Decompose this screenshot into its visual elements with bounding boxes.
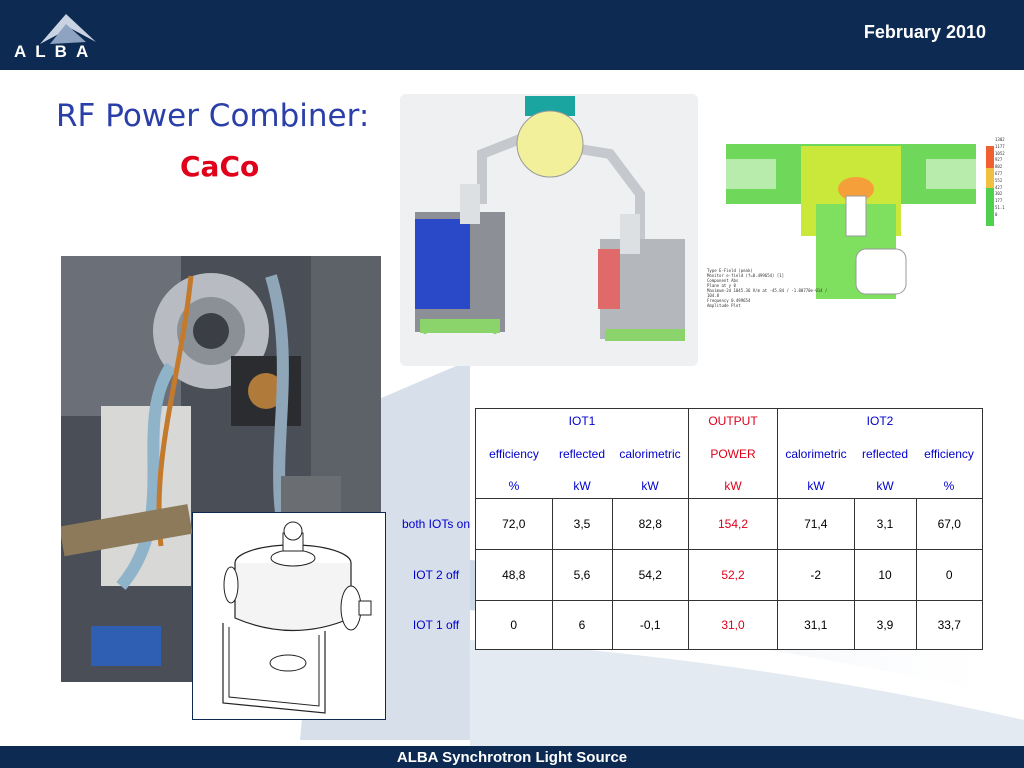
scale-value: 177 (995, 198, 1003, 204)
table-cell: 0 (915, 549, 983, 601)
header-bar: ALBA February 2010 (0, 0, 1024, 70)
row-label: IOT 1 off (412, 618, 460, 632)
table-cell: 33,7 (915, 600, 983, 650)
table-cell: 3,9 (853, 600, 917, 650)
scale-value: 802 (995, 164, 1003, 170)
scale-value: 0 (995, 211, 998, 217)
table-cell: 52,2 (688, 549, 778, 601)
unit-header: kW (552, 474, 612, 499)
table-cell: 0 (475, 600, 553, 650)
scale-value: 1052 (995, 150, 1005, 156)
table-row: IOT 1 off 0 6 -0,1 31,0 31,1 3,9 33,7 (397, 600, 983, 650)
table-cell: 3,1 (853, 498, 917, 550)
scale-value: 51.1 (995, 204, 1005, 210)
column-header: reflected (552, 432, 612, 475)
cad-rendering (400, 94, 698, 366)
measurement-table: IOT1 OUTPUT IOT2 efficiency reflected ca… (397, 408, 983, 650)
unit-header: % (916, 474, 983, 499)
row-label: IOT 2 off (412, 568, 460, 582)
column-header: calorimetric (777, 432, 854, 475)
table-cell: -2 (777, 549, 855, 601)
scale-value: 1177 (995, 143, 1005, 149)
table-row: both IOTs on 72,0 3,5 82,8 154,2 71,4 3,… (397, 498, 983, 550)
simulation-scale: 1302 1177 1052 927 802 677 552 427 302 1… (995, 137, 1005, 219)
table-cell: 31,0 (688, 600, 778, 650)
table-cell: 6 (551, 600, 613, 650)
table-cell: 3,5 (551, 498, 613, 550)
unit-header: % (475, 474, 552, 499)
column-header: reflected (854, 432, 916, 475)
legend-line: Amplitude Plot (707, 303, 741, 308)
footer-text: ALBA Synchrotron Light Source (396, 749, 628, 766)
table-cell: 72,0 (475, 498, 553, 550)
simulation-legend: Type E-Field (peak) Monitor e-field (f=0… (707, 268, 835, 308)
column-header: POWER (688, 432, 778, 475)
unit-header: kW (688, 474, 778, 499)
table-corner (397, 409, 476, 433)
table-cell: 5,6 (551, 549, 613, 601)
legend-line: Maximum-2d 1045.36 V/m at -45.84 / -1.80… (707, 288, 828, 298)
date-label: February 2010 (863, 22, 986, 42)
table-cell: 67,0 (915, 498, 983, 550)
column-header: efficiency (475, 432, 552, 475)
unit-header: kW (612, 474, 689, 499)
group-header-iot1: IOT1 (475, 408, 689, 433)
table-cell: 54,2 (611, 549, 689, 601)
unit-header: kW (854, 474, 916, 499)
scale-value: 1302 (995, 137, 1005, 142)
scale-value: 927 (995, 157, 1003, 163)
table-row: IOT 2 off 48,8 5,6 54,2 52,2 -2 10 0 (397, 549, 983, 601)
scale-value: 302 (995, 191, 1003, 197)
slide-subtitle: CaCo (180, 150, 260, 183)
table-cell: 71,4 (777, 498, 855, 550)
table-cell: 48,8 (475, 549, 553, 601)
slide-title: RF Power Combiner: (56, 98, 370, 134)
table-cell: 10 (853, 549, 917, 601)
footer-bar: ALBA Synchrotron Light Source (0, 746, 1024, 768)
scale-value: 552 (995, 177, 1003, 183)
table-cell: 154,2 (688, 498, 778, 550)
column-header: calorimetric (612, 432, 689, 475)
table-cell: 31,1 (777, 600, 855, 650)
scale-value: 677 (995, 170, 1003, 176)
row-label: both IOTs on (401, 517, 471, 531)
table-cell: 82,8 (611, 498, 689, 550)
combiner-line-drawing (192, 512, 386, 720)
unit-header: kW (777, 474, 854, 499)
column-header: efficiency (916, 432, 983, 475)
group-header-iot2: IOT2 (777, 408, 983, 433)
logo-text: ALBA (14, 42, 98, 61)
field-simulation-plot: Type E-Field (peak) Monitor e-field (f=0… (706, 134, 1006, 308)
scale-value: 427 (995, 184, 1003, 190)
group-header-output: OUTPUT (688, 408, 778, 433)
table-cell: -0,1 (611, 600, 689, 650)
